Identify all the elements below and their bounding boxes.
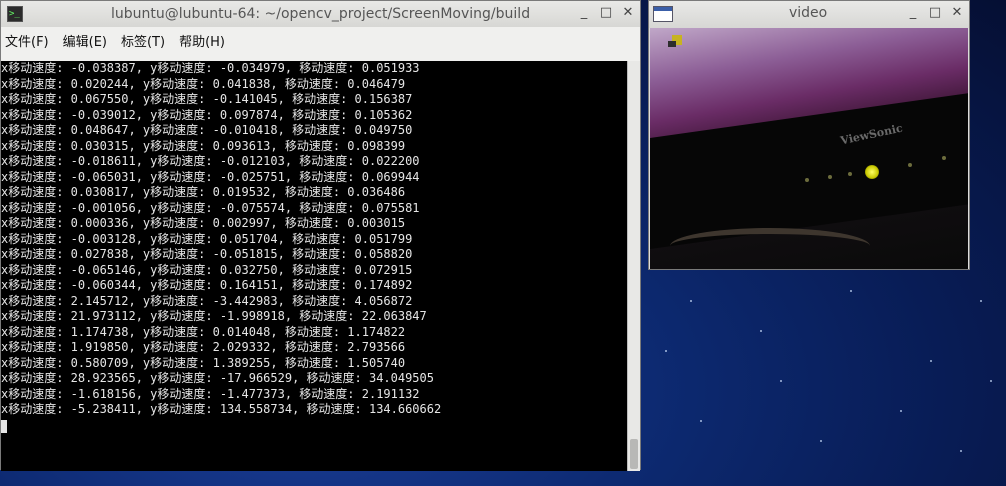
terminal-output[interactable]: x移动速度: -0.038387, y移动速度: -0.034979, 移动速度… xyxy=(1,61,629,471)
terminal-line: x移动速度: 1.174738, y移动速度: 0.014048, 移动速度: … xyxy=(1,324,406,339)
terminal-line: x移动速度: 1.919850, y移动速度: 2.029332, 移动速度: … xyxy=(1,340,406,354)
terminal-title: lubuntu@lubuntu-64: ~/opencv_project/Scr… xyxy=(111,6,531,22)
terminal-window: >_ lubuntu@lubuntu-64: ~/opencv_project/… xyxy=(0,0,641,471)
terminal-line: x移动速度: -0.003128, y移动速度: 0.051704, 移动速度:… xyxy=(1,231,413,246)
terminal-line: x移动速度: 0.020244, y移动速度: 0.041838, 移动速度: … xyxy=(1,76,406,91)
video-close-button[interactable]: ✕ xyxy=(949,5,965,21)
terminal-scrollbar[interactable] xyxy=(627,61,640,471)
cable-shape xyxy=(670,228,870,264)
terminal-line: x移动速度: 0.030817, y移动速度: 0.019532, 移动速度: … xyxy=(1,185,406,199)
corner-sticker xyxy=(668,35,682,47)
terminal-line: x移动速度: -0.065146, y移动速度: 0.032750, 移动速度:… xyxy=(1,262,413,277)
video-window: video _ □ ✕ ViewSonic xyxy=(648,0,970,270)
terminal-line: x移动速度: -0.039012, y移动速度: 0.097874, 移动速度:… xyxy=(1,107,413,122)
terminal-line: x移动速度: 0.067550, y移动速度: -0.141045, 移动速度:… xyxy=(1,92,413,106)
terminal-line: x移动速度: -5.238411, y移动速度: 134.558734, 移动速… xyxy=(1,402,442,416)
terminal-line: x移动速度: 0.030315, y移动速度: 0.093613, 移动速度: … xyxy=(1,138,406,153)
terminal-line: x移动速度: 0.048647, y移动速度: -0.010418, 移动速度:… xyxy=(1,123,413,137)
video-minimize-button[interactable]: _ xyxy=(905,5,921,21)
scrollbar-thumb[interactable] xyxy=(630,439,638,469)
text-cursor xyxy=(1,419,7,433)
terminal-line: x移动速度: -0.065031, y移动速度: -0.025751, 移动速度… xyxy=(1,169,420,184)
video-maximize-button[interactable]: □ xyxy=(927,5,943,21)
terminal-line: x移动速度: -0.018611, y移动速度: -0.012103, 移动速度… xyxy=(1,154,420,168)
menu-help[interactable]: 帮助(H) xyxy=(179,31,225,50)
video-titlebar[interactable]: video _ □ ✕ xyxy=(649,1,969,28)
menu-bar: 文件(F) 编辑(E) 标签(T) 帮助(H) xyxy=(1,27,640,53)
terminal-icon: >_ xyxy=(7,6,23,22)
terminal-line: x移动速度: -0.060344, y移动速度: 0.164151, 移动速度:… xyxy=(1,278,413,292)
minimize-button[interactable]: _ xyxy=(576,5,592,21)
terminal-line: x移动速度: 2.145712, y移动速度: -3.442983, 移动速度:… xyxy=(1,293,413,308)
menu-edit[interactable]: 编辑(E) xyxy=(63,31,107,50)
close-button[interactable]: ✕ xyxy=(620,5,636,21)
terminal-line: x移动速度: -1.618156, y移动速度: -1.477373, 移动速度… xyxy=(1,386,420,401)
terminal-line: x移动速度: 0.000336, y移动速度: 0.002997, 移动速度: … xyxy=(1,216,406,230)
video-title: video xyxy=(789,5,828,21)
menu-tabs[interactable]: 标签(T) xyxy=(121,31,165,50)
terminal-titlebar[interactable]: >_ lubuntu@lubuntu-64: ~/opencv_project/… xyxy=(1,1,640,27)
terminal-line: x移动速度: 0.027838, y移动速度: -0.051815, 移动速度:… xyxy=(1,247,413,261)
power-led xyxy=(865,165,879,179)
terminal-line: x移动速度: -0.001056, y移动速度: -0.075574, 移动速度… xyxy=(1,200,420,215)
terminal-line: x移动速度: -0.038387, y移动速度: -0.034979, 移动速度… xyxy=(1,61,420,75)
terminal-line: x移动速度: 0.580709, y移动速度: 1.389255, 移动速度: … xyxy=(1,355,406,370)
video-frame: ViewSonic xyxy=(650,28,968,269)
window-icon xyxy=(653,6,673,22)
menu-file[interactable]: 文件(F) xyxy=(5,31,49,50)
terminal-line: x移动速度: 28.923565, y移动速度: -17.966529, 移动速… xyxy=(1,371,434,385)
maximize-button[interactable]: □ xyxy=(598,5,614,21)
terminal-line: x移动速度: 21.973112, y移动速度: -1.998918, 移动速度… xyxy=(1,309,427,323)
